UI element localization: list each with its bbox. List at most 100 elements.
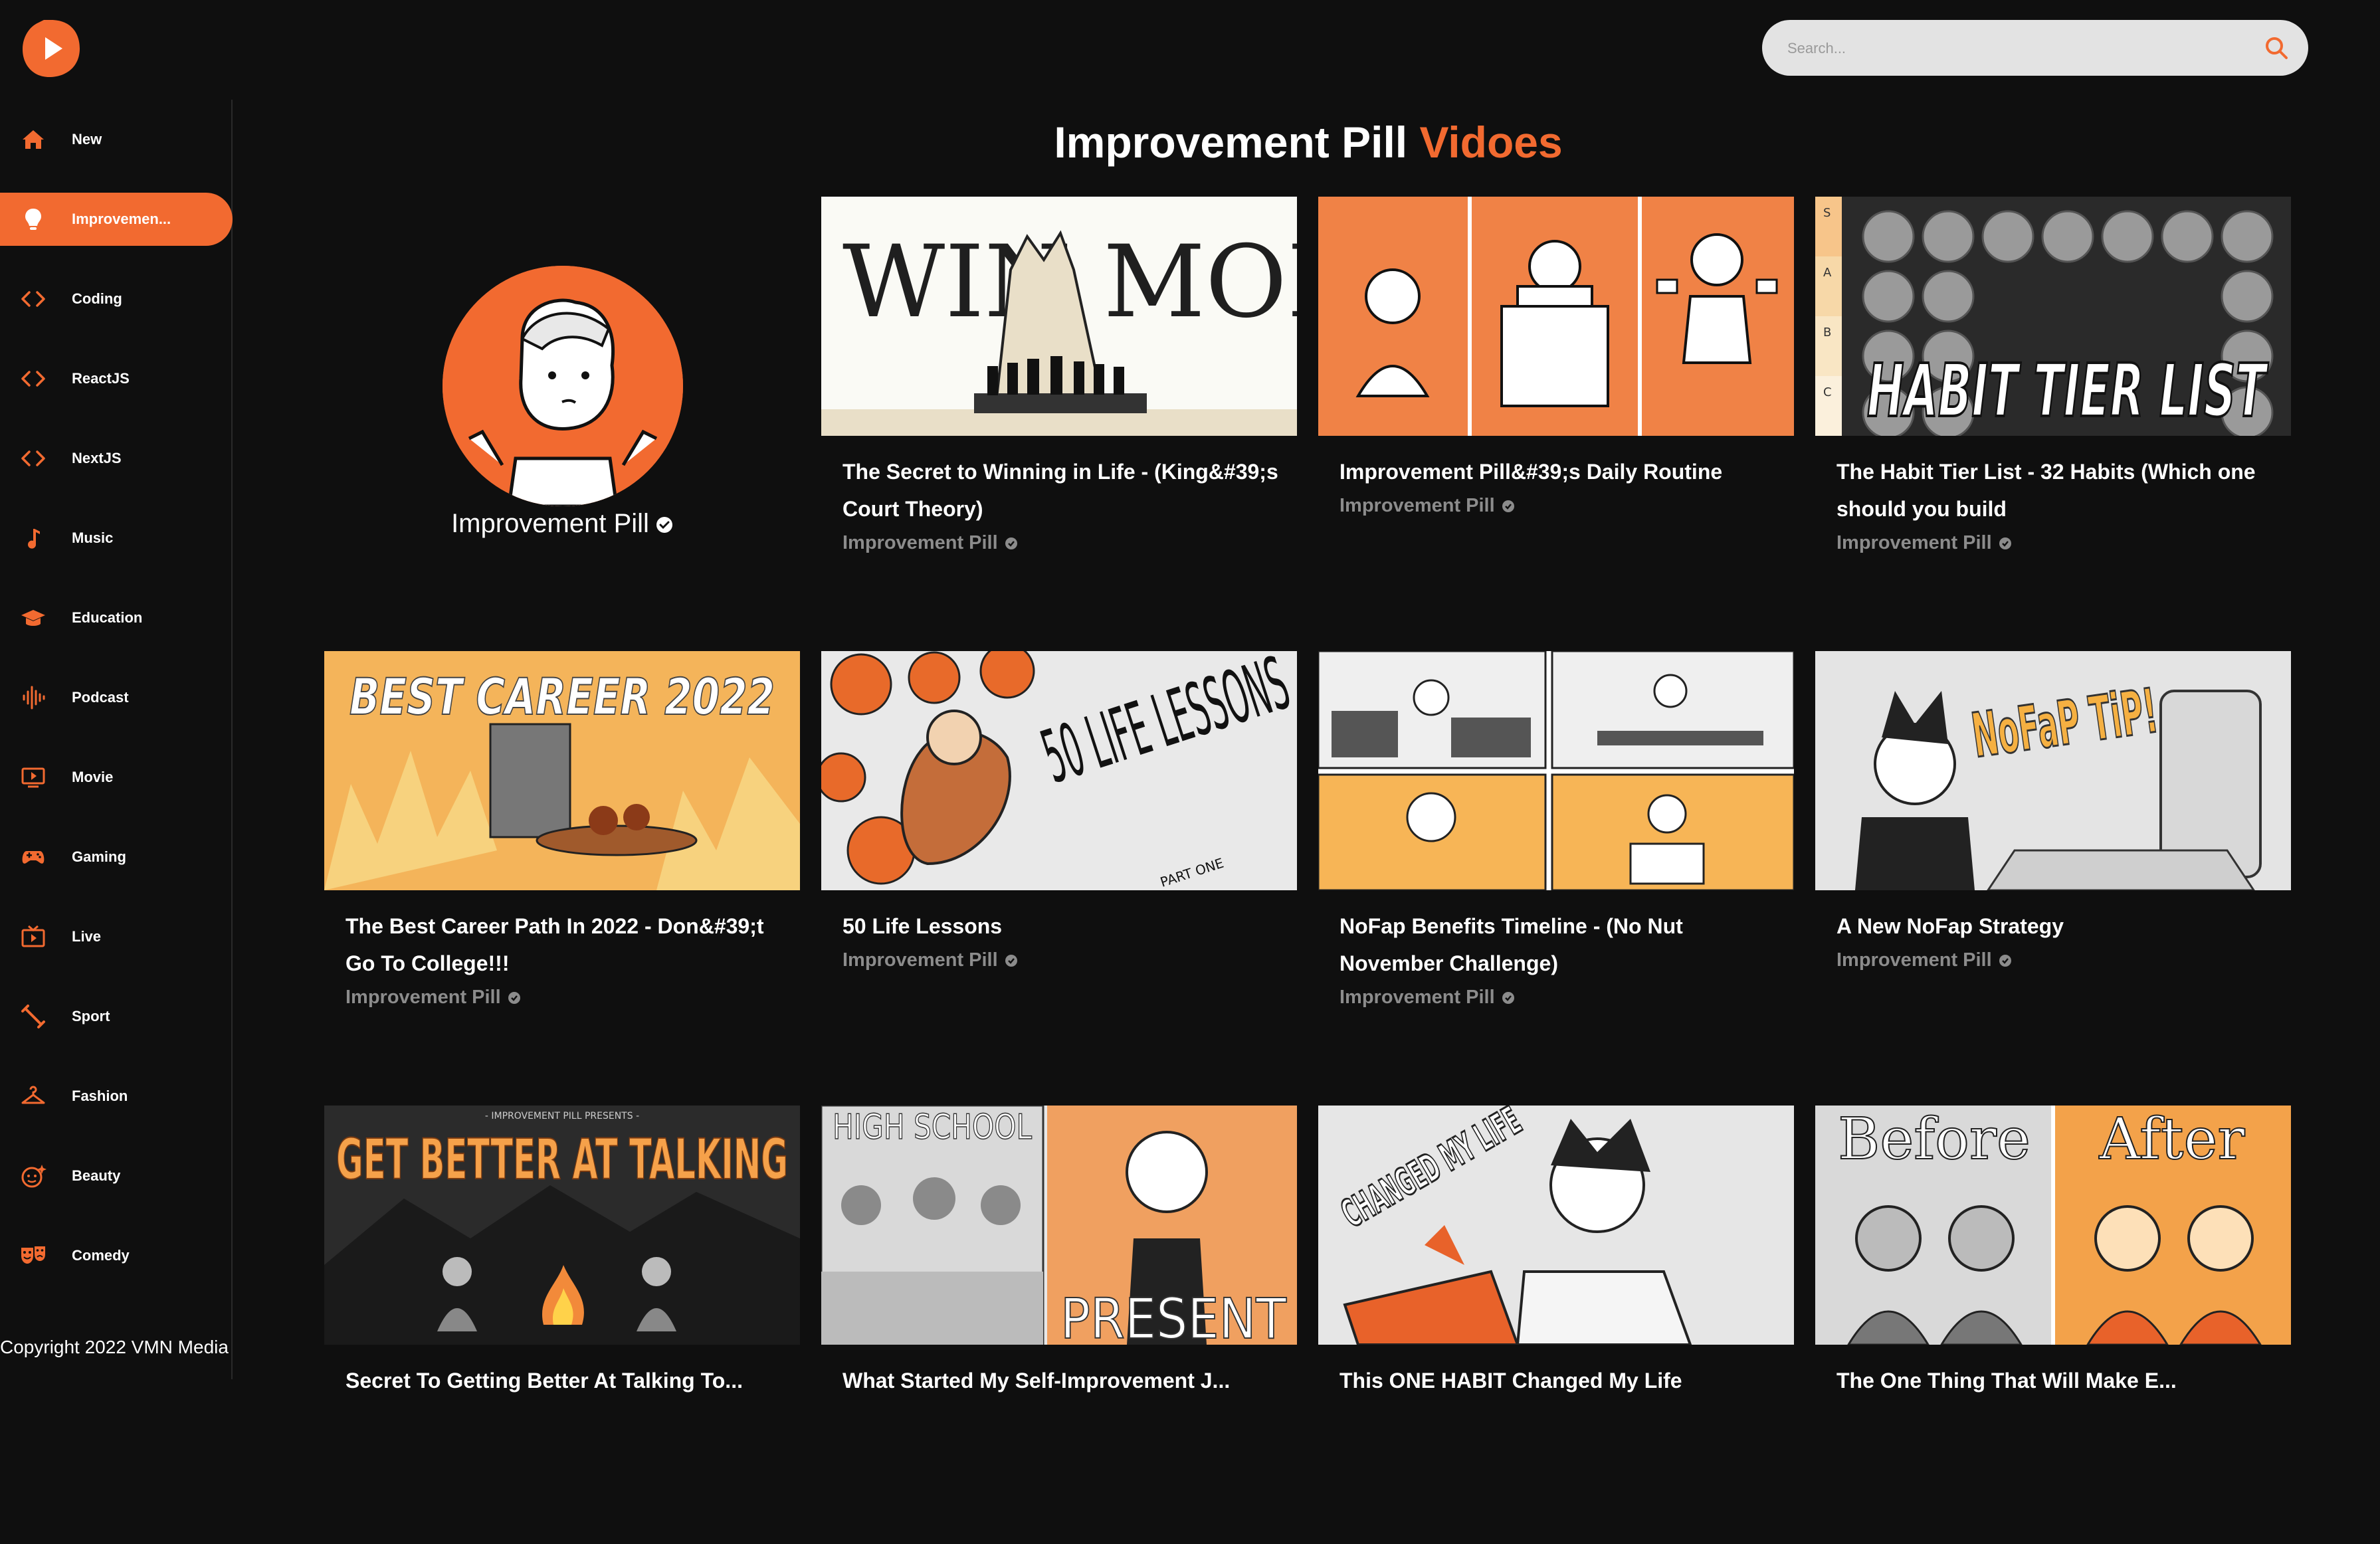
thumbnail-subtext: PRESENT [1060,1286,1287,1345]
sidebar-item-label: ReactJS [72,370,130,387]
video-card[interactable]: 50 LIFE LESSONS PART ONE 50 Life Lessons… [821,651,1297,1090]
video-channel-name: Improvement Pill [1339,987,1495,1008]
verified-check-icon [1999,955,2011,967]
sidebar-item-new[interactable]: New [0,113,233,166]
home-icon [20,126,47,153]
verified-check-icon [1005,955,1017,967]
video-thumbnail[interactable]: 50 LIFE LESSONS PART ONE [821,651,1297,890]
video-title[interactable]: The Best Career Path In 2022 - Don&#39;t… [346,908,784,982]
video-thumbnail[interactable]: CHANGED MY LIFE [1318,1106,1794,1345]
video-title[interactable]: The One Thing That Will Make E... [1836,1362,2275,1399]
sidebar-item-label: Gaming [72,848,126,865]
sidebar-item-beauty[interactable]: Beauty [0,1149,233,1203]
channel-card[interactable]: Improvement Pill [324,266,800,558]
sidebar-item-coding[interactable]: Coding [0,272,233,326]
video-thumbnail[interactable]: WIN MORE [821,197,1297,436]
channel-avatar [443,266,683,506]
sidebar-item-nextjs[interactable]: NextJS [0,432,233,485]
music-note-icon [20,525,47,551]
video-channel[interactable]: Improvement Pill [1339,987,1515,1009]
video-card[interactable]: BEST CAREER 2022 The Best Career Path In… [324,651,800,1090]
video-card[interactable]: Before After The One Thing That Will Mak… [1815,1106,2291,1544]
thumbnail-subtext: After [2099,1106,2246,1173]
video-card[interactable]: Improvement Pill&#39;s Daily Routine Imp… [1318,197,1794,635]
sidebar-item-music[interactable]: Music [0,512,233,565]
sidebar-item-label: Beauty [72,1167,121,1184]
video-thumbnail[interactable]: S A B C HABIT TIER LIST [1815,197,2291,436]
sidebar-item-label: Sport [72,1008,110,1024]
sidebar-item-podcast[interactable]: Podcast [0,671,233,724]
video-title[interactable]: Secret To Getting Better At Talking To..… [346,1362,784,1399]
sidebar-item-fashion[interactable]: Fashion [0,1070,233,1123]
video-title[interactable]: What Started My Self-Improvement J... [843,1362,1281,1399]
video-thumbnail[interactable]: BEST CAREER 2022 [324,651,800,890]
sidebar-item-live[interactable]: Live [0,910,233,963]
video-channel-name: Improvement Pill [843,949,998,971]
video-title[interactable]: The Habit Tier List - 32 Habits (Which o… [1836,453,2275,528]
video-channel[interactable]: Improvement Pill [1836,532,2012,554]
video-channel-name: Improvement Pill [346,987,501,1008]
hanger-icon [20,1083,47,1110]
video-thumbnail[interactable]: NoFaP TiP! [1815,651,2291,890]
app-logo[interactable] [20,17,82,80]
video-channel-name: Improvement Pill [1339,495,1495,516]
video-channel[interactable]: Improvement Pill [346,987,521,1009]
video-card[interactable]: HIGH SCHOOL PRESENT What Started My Self… [821,1106,1297,1544]
sidebar-item-reactjs[interactable]: ReactJS [0,352,233,405]
verified-check-icon [1502,992,1514,1005]
video-thumbnail[interactable] [1318,197,1794,436]
video-channel[interactable]: Improvement Pill [1836,949,2012,971]
video-channel[interactable]: Improvement Pill [1339,495,1515,517]
video-thumbnail[interactable]: Before After [1815,1106,2291,1345]
search-input[interactable] [1786,20,2240,77]
verified-check-icon [656,517,672,533]
video-channel-name: Improvement Pill [1836,949,1992,971]
gamepad-icon [20,844,47,870]
sidebar-item-label: Education [72,609,143,626]
video-channel[interactable]: Improvement Pill [843,949,1018,971]
sidebar-item-label: Improvemen... [72,211,171,227]
tier-label: A [1823,266,1832,280]
video-title[interactable]: Improvement Pill&#39;s Daily Routine [1339,453,1778,490]
sidebar: New Improvemen... Coding ReactJS NextJS … [0,100,233,1379]
tier-label: B [1823,326,1831,339]
sidebar-item-label: NextJS [72,450,122,466]
face-sparkle-icon [20,1163,47,1189]
video-title[interactable]: This ONE HABIT Changed My Life [1339,1362,1778,1399]
video-card[interactable]: NoFap Benefits Timeline - (No Nut Novemb… [1318,651,1794,1090]
thumbnail-text: HIGH SCHOOL [833,1108,1032,1147]
play-screen-icon [20,764,47,791]
verified-check-icon [1502,500,1514,513]
search-icon[interactable] [2263,35,2290,61]
video-thumbnail[interactable]: HIGH SCHOOL PRESENT [821,1106,1297,1345]
video-title[interactable]: A New NoFap Strategy [1836,908,2275,945]
sidebar-item-education[interactable]: Education [0,591,233,644]
video-title[interactable]: 50 Life Lessons [843,908,1281,945]
lightbulb-icon [20,206,47,233]
play-logo-icon [23,20,80,77]
sidebar-item-gaming[interactable]: Gaming [0,830,233,884]
search-bar [1762,20,2308,77]
video-title[interactable]: NoFap Benefits Timeline - (No Nut Novemb… [1339,908,1778,982]
thumbnail-text: BEST CAREER 2022 [349,667,775,726]
channel-name: Improvement Pill [451,509,649,538]
sidebar-item-label: Music [72,530,114,546]
video-title[interactable]: The Secret to Winning in Life - (King&#3… [843,453,1281,528]
sidebar-item-comedy[interactable]: Comedy [0,1229,233,1282]
sidebar-item-sport[interactable]: Sport [0,990,233,1043]
video-card[interactable]: WIN MORE The Secret to Winning in Life -… [821,197,1297,635]
video-card[interactable]: CHANGED MY LIFE This ONE HABIT Changed M… [1318,1106,1794,1544]
thumbnail-text: GET BETTER AT TALKING [336,1127,788,1192]
video-card[interactable]: S A B C HABIT TIER LIST The Habit Tier L… [1815,197,2291,635]
sidebar-item-improvement-pill[interactable]: Improvemen... [0,193,233,246]
sidebar-item-label: Coding [72,290,122,307]
video-card[interactable]: - IMPROVEMENT PILL PRESENTS - GET BETTER… [324,1106,800,1544]
video-thumbnail[interactable]: - IMPROVEMENT PILL PRESENTS - GET BETTER… [324,1106,800,1345]
verified-check-icon [508,992,520,1005]
video-channel[interactable]: Improvement Pill [843,532,1018,554]
sidebar-item-movie[interactable]: Movie [0,751,233,804]
sidebar-item-label: Podcast [72,689,129,706]
video-thumbnail[interactable] [1318,651,1794,890]
video-card[interactable]: NoFaP TiP! A New NoFap Strategy Improvem… [1815,651,2291,1090]
code-icon [20,445,47,472]
